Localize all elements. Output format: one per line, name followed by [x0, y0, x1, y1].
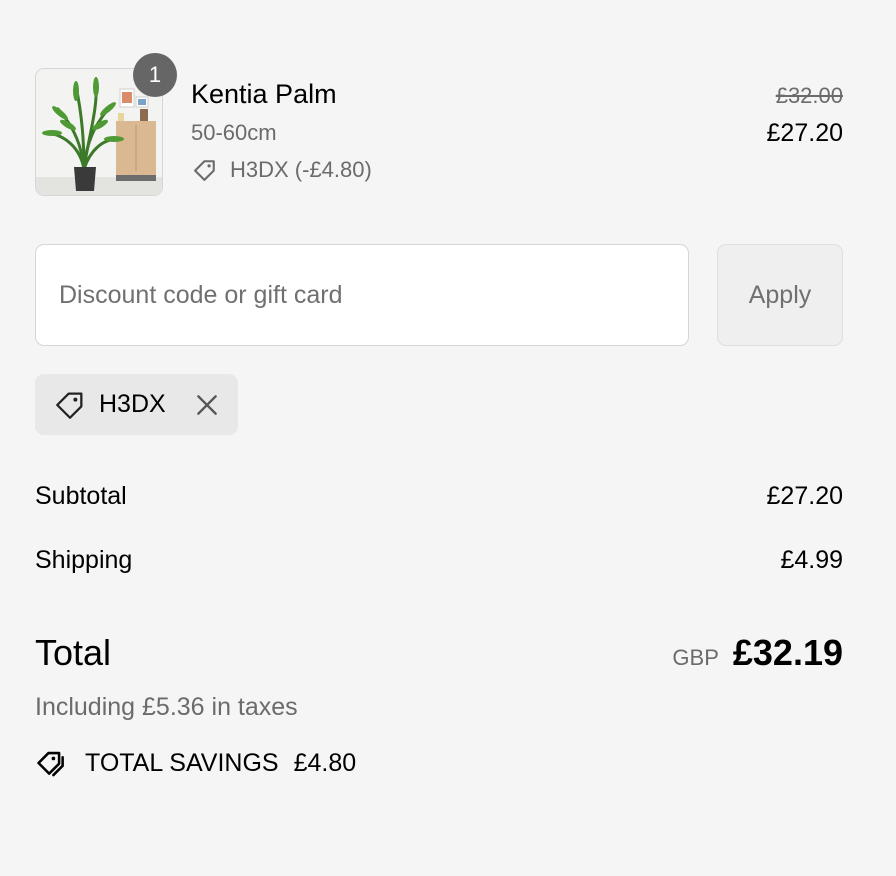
product-discount: H3DX (-£4.80) [191, 156, 372, 184]
tags-icon [37, 751, 64, 777]
product-name: Kentia Palm [191, 79, 337, 109]
total-value-group: GBP £32.19 [672, 632, 843, 674]
close-icon[interactable] [194, 392, 220, 418]
shipping-label: Shipping [35, 546, 133, 574]
product-discount-label: H3DX (-£4.80) [230, 157, 372, 182]
apply-button[interactable]: Apply [717, 244, 843, 346]
currency-code: GBP [672, 645, 719, 670]
total-savings: TOTAL SAVINGS £4.80 [35, 746, 356, 780]
subtotal-value: £27.20 [766, 482, 843, 510]
savings-label: TOTAL SAVINGS [85, 748, 279, 777]
order-summary: 1 Kentia Palm 50-60cm H3DX (-£4.80) £32.… [0, 0, 896, 876]
total-label: Total [35, 632, 112, 673]
applied-code-label: H3DX [99, 390, 166, 418]
discount-code-input[interactable] [35, 244, 689, 346]
savings-amount: £4.80 [293, 748, 357, 777]
applied-discount-chip: H3DX [35, 374, 238, 435]
taxes-note: Including £5.36 in taxes [35, 693, 298, 721]
quantity-badge: 1 [133, 53, 177, 97]
tag-icon [56, 392, 83, 419]
tag-icon [194, 160, 215, 181]
product-price: £27.20 [766, 119, 843, 147]
product-variant: 50-60cm [191, 120, 277, 145]
subtotal-label: Subtotal [35, 482, 127, 510]
shipping-value: £4.99 [780, 546, 843, 574]
original-price: £32.00 [775, 83, 843, 108]
total-amount: £32.19 [732, 632, 843, 673]
